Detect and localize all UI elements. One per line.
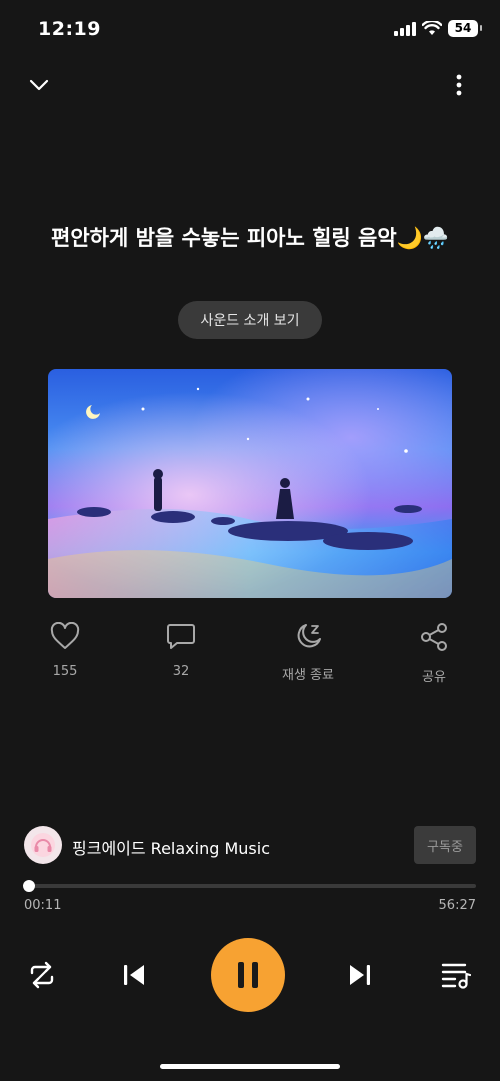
pause-icon: [238, 962, 258, 988]
channel-avatar[interactable]: [24, 826, 62, 864]
signal-icon: [394, 21, 416, 36]
share-icon: [421, 623, 447, 651]
comment-count: 32: [172, 664, 190, 679]
share-button[interactable]: 공유: [394, 622, 474, 685]
previous-button[interactable]: [116, 957, 152, 993]
playlist-icon: [441, 963, 471, 989]
channel-name[interactable]: 핑크에이드 Relaxing Music: [72, 835, 270, 859]
battery-indicator: 54: [448, 20, 482, 37]
progress-thumb[interactable]: [23, 880, 36, 892]
pause-button[interactable]: [211, 938, 285, 1012]
headphones-icon: [31, 833, 55, 857]
heart-icon: [50, 622, 80, 649]
album-artwork: [48, 369, 452, 598]
sleep-timer-button[interactable]: 재생 종료: [268, 622, 348, 683]
more-options-button[interactable]: [444, 70, 474, 100]
status-indicators: 54: [394, 20, 482, 37]
like-button[interactable]: 155: [25, 622, 105, 679]
sleep-timer-label: 재생 종료: [282, 668, 334, 683]
collapse-button[interactable]: [24, 70, 54, 100]
more-vertical-icon: [456, 74, 462, 96]
status-time: 12:19: [38, 18, 101, 40]
subscribe-button[interactable]: 구독중: [414, 826, 476, 864]
repeat-icon: [30, 961, 54, 989]
sound-intro-button[interactable]: 사운드 소개 보기: [178, 301, 322, 339]
chevron-down-icon: [29, 79, 49, 91]
wifi-icon: [422, 21, 442, 35]
comment-button[interactable]: 32: [141, 622, 221, 679]
current-time: 00:11: [24, 898, 62, 913]
skip-next-icon: [350, 965, 370, 985]
share-label: 공유: [422, 670, 446, 685]
skip-previous-icon: [124, 965, 144, 985]
next-button[interactable]: [342, 957, 378, 993]
moon-z-icon: [297, 624, 321, 648]
like-count: 155: [52, 664, 78, 679]
track-title: 편안하게 밤을 수놓는 피아노 힐링 음악🌙🌧️: [51, 226, 449, 250]
home-indicator: [160, 1064, 340, 1069]
progress-bar[interactable]: [23, 880, 476, 892]
artwork-illustration: [48, 369, 452, 598]
comment-icon: [167, 624, 195, 649]
total-time: 56:27: [438, 898, 476, 913]
playlist-button[interactable]: [438, 957, 474, 993]
repeat-button[interactable]: [24, 957, 60, 993]
